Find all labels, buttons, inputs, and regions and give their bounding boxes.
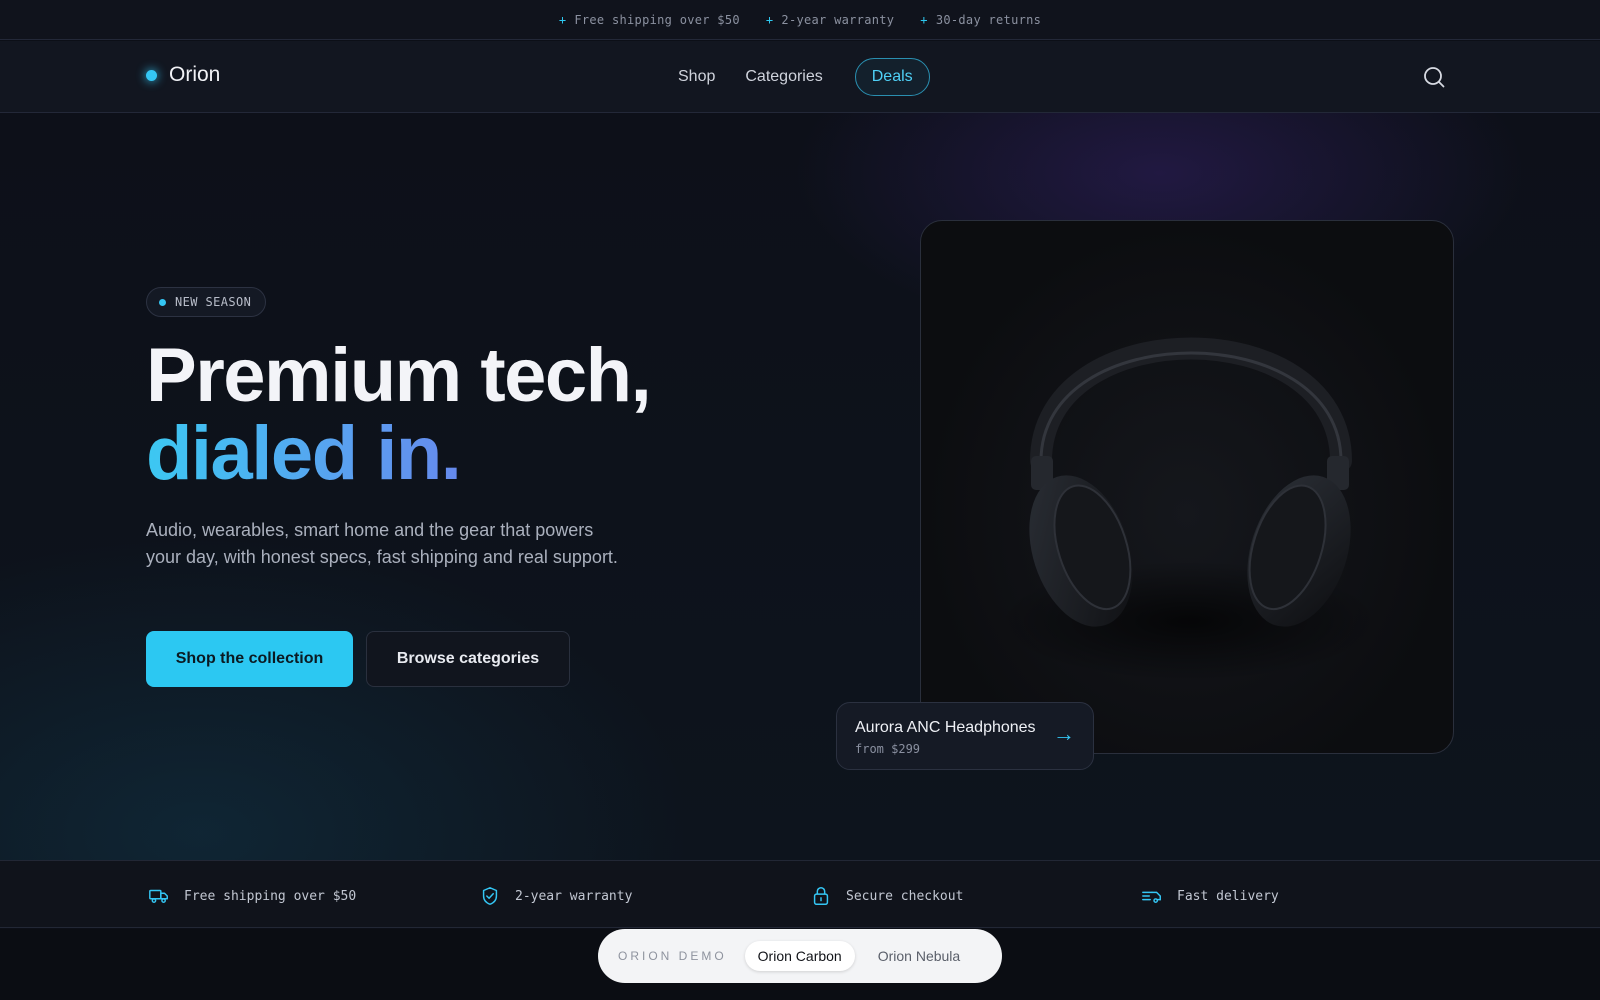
feature-free-shipping: Free shipping over $50 — [148, 885, 356, 907]
nav-links: Shop Categories Deals — [674, 58, 930, 96]
search-icon — [1424, 67, 1445, 88]
search-button[interactable] — [1420, 63, 1448, 91]
announcement-item: + 30-day returns — [920, 13, 1041, 27]
new-season-badge: NEW SEASON — [146, 287, 267, 317]
announcement-item: + Free shipping over $50 — [559, 13, 740, 27]
fast-delivery-icon — [1142, 891, 1161, 903]
brand-dot-icon — [146, 69, 157, 81]
plus-icon: + — [765, 12, 774, 27]
shop-collection-button[interactable]: Shop the collection — [146, 631, 353, 687]
brand-name: Orion — [169, 63, 221, 86]
feature-text: Secure checkout — [846, 888, 964, 904]
hero-subcopy: Audio, wearables, smart home and the gea… — [146, 520, 618, 567]
announcement-text: 2-year warranty — [781, 12, 895, 27]
nav-link-deals[interactable]: Deals — [854, 58, 930, 96]
nav-link-categories[interactable]: Categories — [741, 60, 826, 94]
announcement-text: Free shipping over $50 — [574, 12, 740, 27]
badge-label: NEW SEASON — [175, 295, 252, 309]
shield-check-icon — [482, 887, 498, 905]
feature-text: Free shipping over $50 — [184, 888, 357, 904]
plus-icon: + — [920, 12, 928, 27]
demo-switcher: ORION DEMO Orion Carbon Orion Nebula — [598, 929, 1002, 983]
feature-strip: Free shipping over $50 2-year warranty S… — [0, 860, 1600, 928]
announcement-item: + 2-year warranty — [766, 13, 894, 27]
truck-icon — [149, 889, 168, 903]
feature-secure-checkout: Secure checkout — [810, 885, 963, 907]
feature-warranty: 2-year warranty — [479, 885, 632, 907]
headline-line-2: dialed in. — [146, 415, 650, 493]
demo-option-nebula[interactable]: Orion Nebula — [865, 941, 974, 971]
featured-product-tag[interactable]: Aurora ANC Headphones from $299 → — [836, 702, 1094, 770]
feature-text: 2-year warranty — [515, 888, 633, 904]
lock-icon — [813, 887, 829, 905]
announcement-text: 30-day returns — [935, 12, 1042, 27]
announcement-bar: + Free shipping over $50 + 2-year warran… — [0, 0, 1600, 40]
arrow-right-icon: → — [1053, 721, 1075, 746]
nav-link-shop[interactable]: Shop — [674, 60, 719, 94]
headphones-image — [999, 337, 1379, 681]
product-image-card[interactable] — [920, 220, 1454, 754]
feature-text: Fast delivery — [1177, 888, 1279, 904]
badge-dot-icon — [159, 298, 166, 306]
hero-section: NEW SEASON Premium tech, dialed in. Audi… — [0, 113, 1600, 860]
headline-line-1: Premium tech, — [146, 333, 652, 418]
demo-label: ORION DEMO — [618, 949, 727, 963]
product-name: Aurora ANC Headphones — [855, 719, 1036, 736]
hero-headline: Premium tech, dialed in. — [146, 333, 652, 493]
main-nav: Orion Shop Categories Deals — [0, 41, 1600, 113]
demo-option-carbon[interactable]: Orion Carbon — [744, 941, 855, 971]
product-price: from $299 — [855, 742, 921, 756]
brand-logo[interactable]: Orion — [146, 63, 220, 87]
plus-icon: + — [558, 12, 567, 27]
feature-fast-delivery: Fast delivery — [1141, 885, 1279, 907]
demo-footer: ORION DEMO Orion Carbon Orion Nebula — [0, 929, 1600, 1000]
browse-categories-button[interactable]: Browse categories — [366, 631, 570, 687]
